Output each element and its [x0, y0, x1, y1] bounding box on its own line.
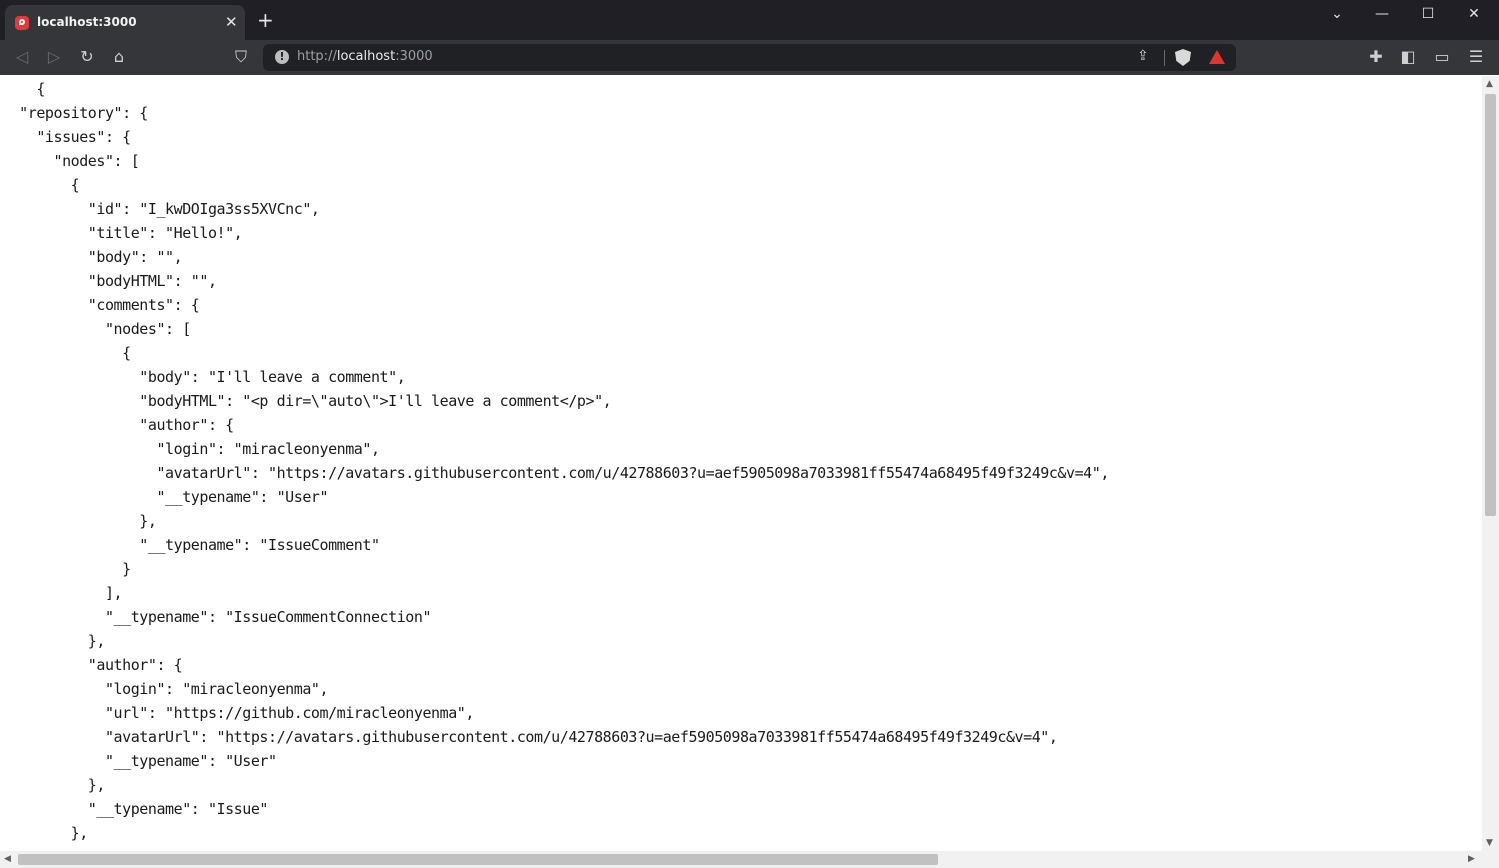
vertical-scroll-thumb[interactable]: [1485, 94, 1496, 516]
horizontal-scrollbar[interactable]: ◀ ▶: [0, 851, 1482, 868]
site-info-icon[interactable]: !: [275, 50, 289, 64]
brave-shields-icon[interactable]: [1175, 49, 1191, 66]
scroll-down-icon[interactable]: ▼: [1486, 838, 1493, 848]
reload-icon[interactable]: ↻: [77, 47, 97, 67]
maximize-button[interactable]: ☐: [1406, 6, 1450, 26]
minimize-button[interactable]: —: [1360, 6, 1404, 26]
horizontal-scroll-thumb[interactable]: [18, 854, 938, 865]
new-tab-button[interactable]: +: [257, 10, 274, 30]
divider: [1164, 50, 1165, 66]
forward-icon[interactable]: ▷: [44, 47, 64, 67]
tab-strip: localhost:3000 ✕ + ⌄ — ☐ ✕: [0, 0, 1499, 40]
scroll-right-icon[interactable]: ▶: [1468, 854, 1475, 864]
brave-rewards-icon[interactable]: [1209, 50, 1225, 64]
scroll-up-icon[interactable]: ▲: [1486, 79, 1493, 89]
browser-tab[interactable]: localhost:3000 ✕: [5, 5, 245, 40]
scroll-left-icon[interactable]: ◀: [4, 854, 11, 864]
share-icon[interactable]: ⇪: [1137, 48, 1153, 66]
tab-title: localhost:3000: [37, 15, 137, 29]
tab-close-icon[interactable]: ✕: [225, 13, 238, 31]
wallet-icon[interactable]: ▭: [1432, 47, 1452, 67]
json-response-text: { "repository": { "issues": { "nodes": […: [19, 80, 1109, 842]
bookmark-icon[interactable]: ⛉: [231, 47, 251, 67]
url-text[interactable]: http://localhost:3000: [297, 49, 433, 64]
back-icon[interactable]: ◁: [12, 47, 32, 67]
favicon-icon: [15, 16, 29, 30]
vertical-scrollbar[interactable]: ▲ ▼: [1482, 76, 1499, 851]
close-window-button[interactable]: ✕: [1452, 6, 1496, 26]
page-content: { "repository": { "issues": { "nodes": […: [0, 76, 1482, 851]
menu-icon[interactable]: ☰: [1466, 47, 1486, 67]
scrollbar-corner: [1482, 851, 1499, 868]
extensions-icon[interactable]: ✚: [1366, 47, 1386, 67]
sidebar-icon[interactable]: ◧: [1398, 47, 1418, 67]
home-icon[interactable]: ⌂: [109, 47, 129, 67]
tab-search-dropdown-icon[interactable]: ⌄: [1315, 6, 1359, 26]
address-bar[interactable]: ! http://localhost:3000 ⇪: [263, 44, 1236, 71]
